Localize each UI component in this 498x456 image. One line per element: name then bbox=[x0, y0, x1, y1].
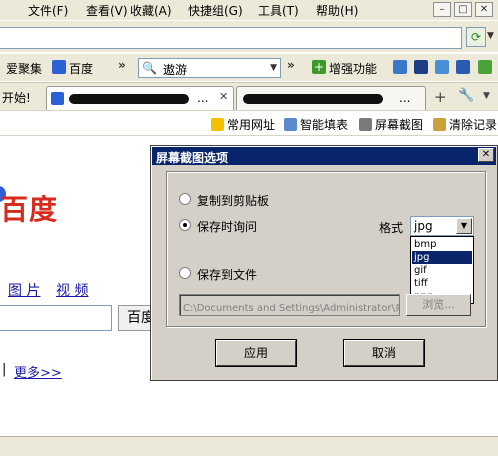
tab-ellipsis: ... bbox=[399, 91, 411, 105]
menu-file[interactable]: 文件(F) bbox=[28, 2, 68, 19]
radio-label: 保存到文件 bbox=[197, 268, 258, 282]
bookmark-screenshot[interactable]: 屏幕截图 bbox=[359, 116, 423, 133]
radio-button[interactable] bbox=[179, 219, 191, 231]
tools-icon bbox=[284, 118, 297, 131]
format-selected-value: jpg bbox=[414, 219, 433, 233]
more-link[interactable]: 更多>> bbox=[14, 362, 62, 381]
puzzle-icon[interactable] bbox=[478, 60, 492, 74]
radio-label: 保存时询问 bbox=[197, 220, 258, 234]
camera-icon bbox=[359, 118, 372, 131]
bookmark-label: 常用网址 bbox=[227, 118, 276, 132]
browse-button[interactable]: 浏览... bbox=[406, 294, 471, 316]
maximize-icon[interactable]: □ bbox=[454, 2, 472, 17]
enhance-button[interactable]: 增强功能 bbox=[329, 60, 377, 77]
format-select[interactable]: jpg ▼ bbox=[410, 216, 474, 236]
status-bar bbox=[0, 436, 498, 456]
refresh-go-icon[interactable]: ⟳ bbox=[466, 27, 486, 47]
format-option-jpg[interactable]: jpg bbox=[412, 251, 472, 264]
chevron-down-icon[interactable]: ▼ bbox=[487, 31, 494, 41]
apply-button[interactable]: 应用 bbox=[216, 340, 296, 366]
nav-link-images[interactable]: 图 片 bbox=[8, 280, 40, 300]
radio-button[interactable] bbox=[179, 193, 191, 205]
address-input[interactable] bbox=[0, 27, 462, 49]
dialog-title-bar[interactable]: 屏幕截图选项 ✕ bbox=[152, 147, 496, 165]
menu-bar: 文件(F) 查看(V) 收藏(A) 快捷组(G) 工具(T) 帮助(H) – □… bbox=[0, 0, 498, 20]
tab-title-redacted bbox=[69, 94, 189, 104]
search-input[interactable]: 🔍 遨游 ▼ bbox=[138, 58, 281, 78]
save-path-field[interactable]: C:\Documents and Settings\Administrator\… bbox=[179, 294, 400, 316]
menu-favorites[interactable]: 收藏(A) bbox=[130, 2, 172, 19]
radio-label: 复制到剪贴板 bbox=[197, 194, 270, 208]
bookmark-clear-history[interactable]: 清除记录 bbox=[433, 116, 497, 133]
address-row: ⟳ ▼ bbox=[0, 20, 498, 52]
bookmarks-bar: 常用网址 智能填表 屏幕截图 清除记录 bbox=[0, 110, 498, 136]
links-toolbar: 爱聚集 🐾 百度 » 🔍 遨游 ▼ » + 增强功能 bbox=[0, 53, 498, 81]
format-option-tiff[interactable]: tiff bbox=[412, 277, 472, 290]
star-icon bbox=[211, 118, 224, 131]
bookmark-label: 屏幕截图 bbox=[375, 118, 424, 132]
tab-title-redacted bbox=[243, 94, 383, 104]
screenshot-options-dialog: 屏幕截图选项 ✕ 复制到剪贴板 保存时询问 保存到文件 格式 jpg ▼ bmp… bbox=[150, 145, 498, 381]
baidu-paw-icon: 🐾 bbox=[51, 92, 64, 105]
close-icon[interactable]: ✕ bbox=[219, 90, 228, 103]
chevron-down-icon[interactable]: ▼ bbox=[270, 63, 277, 73]
bookmark-label: 智能填表 bbox=[300, 118, 349, 132]
nav-link-video[interactable]: 视 频 bbox=[56, 280, 88, 300]
broom-icon bbox=[433, 118, 446, 131]
cancel-button[interactable]: 取消 bbox=[344, 340, 424, 366]
note-icon[interactable] bbox=[435, 60, 449, 74]
link-aijuji[interactable]: 爱聚集 bbox=[6, 60, 42, 77]
tab-inactive[interactable]: ... bbox=[236, 86, 426, 110]
tab-active[interactable]: 🐾 ... ✕ bbox=[46, 86, 234, 110]
shield-icon[interactable] bbox=[393, 60, 407, 74]
baidu-logo: 百度 bbox=[0, 193, 59, 226]
chevron-more-icon[interactable]: » bbox=[118, 58, 126, 72]
new-tab-icon[interactable]: + bbox=[434, 88, 447, 106]
chevron-down-icon[interactable]: ▼ bbox=[483, 91, 490, 101]
dialog-title: 屏幕截图选项 bbox=[156, 151, 229, 165]
radio-button[interactable] bbox=[179, 267, 191, 279]
bookmark-common-sites[interactable]: 常用网址 bbox=[211, 116, 275, 133]
menu-tools[interactable]: 工具(T) bbox=[258, 2, 299, 19]
format-option-bmp[interactable]: bmp bbox=[412, 238, 472, 251]
close-icon[interactable]: ✕ bbox=[475, 2, 493, 17]
chevron-down-icon[interactable]: ▼ bbox=[456, 218, 472, 234]
bookmark-form-fill[interactable]: 智能填表 bbox=[284, 116, 348, 133]
divider: | bbox=[2, 362, 7, 377]
search-icon: 🔍 bbox=[142, 61, 157, 75]
wrench-icon[interactable]: 🔧 bbox=[458, 88, 474, 103]
menu-help[interactable]: 帮助(H) bbox=[316, 2, 358, 19]
close-icon[interactable]: ✕ bbox=[478, 148, 494, 162]
format-option-gif[interactable]: gif bbox=[412, 264, 472, 277]
page-search-input[interactable] bbox=[0, 305, 112, 331]
search-engine-label: 遨游 bbox=[163, 63, 188, 77]
plus-icon: + bbox=[312, 60, 326, 74]
bookmark-icon[interactable] bbox=[456, 60, 470, 74]
menu-view[interactable]: 查看(V) bbox=[86, 2, 128, 19]
chevron-more-icon[interactable]: » bbox=[287, 58, 295, 72]
link-baidu[interactable]: 百度 bbox=[69, 60, 93, 77]
tab-bar: 开始! 🐾 ... ✕ ... + 🔧 ▼ bbox=[0, 82, 498, 110]
tab-start[interactable]: 开始! bbox=[2, 89, 31, 106]
minimize-icon[interactable]: – bbox=[433, 2, 451, 17]
tab-ellipsis: ... bbox=[197, 91, 209, 105]
menu-groups[interactable]: 快捷组(G) bbox=[188, 2, 243, 19]
format-label: 格式 bbox=[379, 221, 404, 235]
baidu-paw-icon: 🐾 bbox=[52, 60, 66, 74]
window-icon[interactable] bbox=[414, 60, 428, 74]
bookmark-label: 清除记录 bbox=[449, 118, 498, 132]
save-path-value: C:\Documents and Settings\Administrator\… bbox=[183, 303, 400, 314]
